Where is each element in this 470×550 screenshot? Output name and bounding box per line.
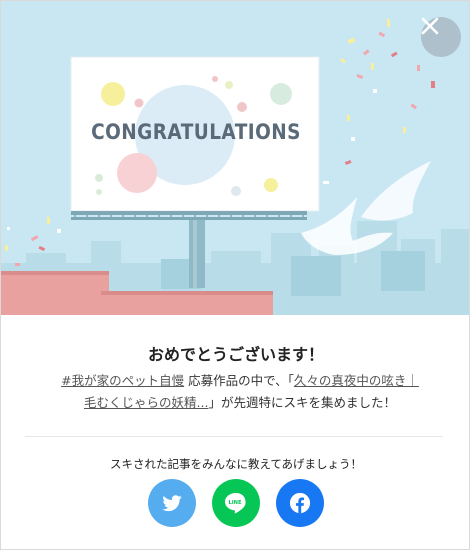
share-buttons: LINE bbox=[1, 479, 469, 527]
line-share-button[interactable]: LINE bbox=[212, 479, 260, 527]
divider bbox=[25, 436, 443, 437]
dialog-title: おめでとうございます！ bbox=[147, 345, 324, 364]
message-text-before-article: 応募作品の中で、「 bbox=[188, 373, 294, 388]
twitter-share-button[interactable] bbox=[148, 479, 196, 527]
twitter-icon bbox=[162, 495, 182, 512]
dialog-message: #我が家のペット自慢 応募作品の中で、「久々の真夜中の呟き｜ 毛むくじゃらの妖精.… bbox=[31, 370, 449, 414]
article-link-line1: 久々の真夜中の呟き｜ bbox=[293, 373, 419, 388]
dialog-content: おめでとうございます！ #我が家のペット自慢 応募作品の中で、「久々の真夜中の呟… bbox=[1, 315, 469, 549]
share-prompt: スキされた記事をみんなに教えてあげましょう！ bbox=[109, 457, 363, 471]
close-button[interactable] bbox=[421, 17, 461, 57]
facebook-share-button[interactable] bbox=[276, 479, 324, 527]
hashtag-link[interactable]: #我が家のペット自慢 bbox=[61, 373, 184, 388]
billboard-scene bbox=[1, 19, 469, 315]
message-text-after-article: 」が先週特にスキを集めました！ bbox=[208, 395, 396, 410]
congratulations-text: CONGRATULATIONS bbox=[91, 120, 301, 144]
line-icon: LINE bbox=[225, 493, 246, 514]
close-icon bbox=[421, 17, 439, 35]
facebook-icon bbox=[289, 492, 311, 514]
hero-illustration: CONGRATULATIONS bbox=[1, 1, 469, 315]
congratulations-modal: CONGRATULATIONS おめでとうございます！ #我が家のペット自慢 応… bbox=[0, 0, 470, 550]
article-link-line2: 毛むくじゃらの妖精... bbox=[84, 395, 209, 410]
line-icon-label: LINE bbox=[228, 500, 242, 506]
